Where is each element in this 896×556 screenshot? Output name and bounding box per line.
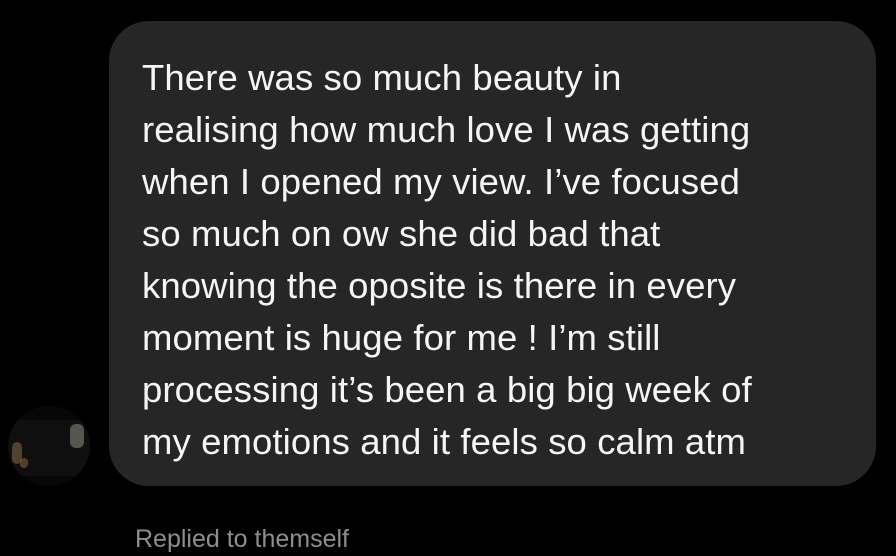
message-text: There was so much beauty in realising ho…	[142, 57, 752, 462]
avatar-photo-detail	[70, 424, 84, 448]
message-bubble[interactable]: There was so much beauty in realising ho…	[109, 21, 876, 486]
avatar-photo-detail	[20, 458, 28, 468]
sender-avatar[interactable]	[8, 406, 90, 486]
message-thread: There was so much beauty in realising ho…	[0, 0, 896, 553]
reply-context-label: Replied to themself	[135, 525, 350, 553]
